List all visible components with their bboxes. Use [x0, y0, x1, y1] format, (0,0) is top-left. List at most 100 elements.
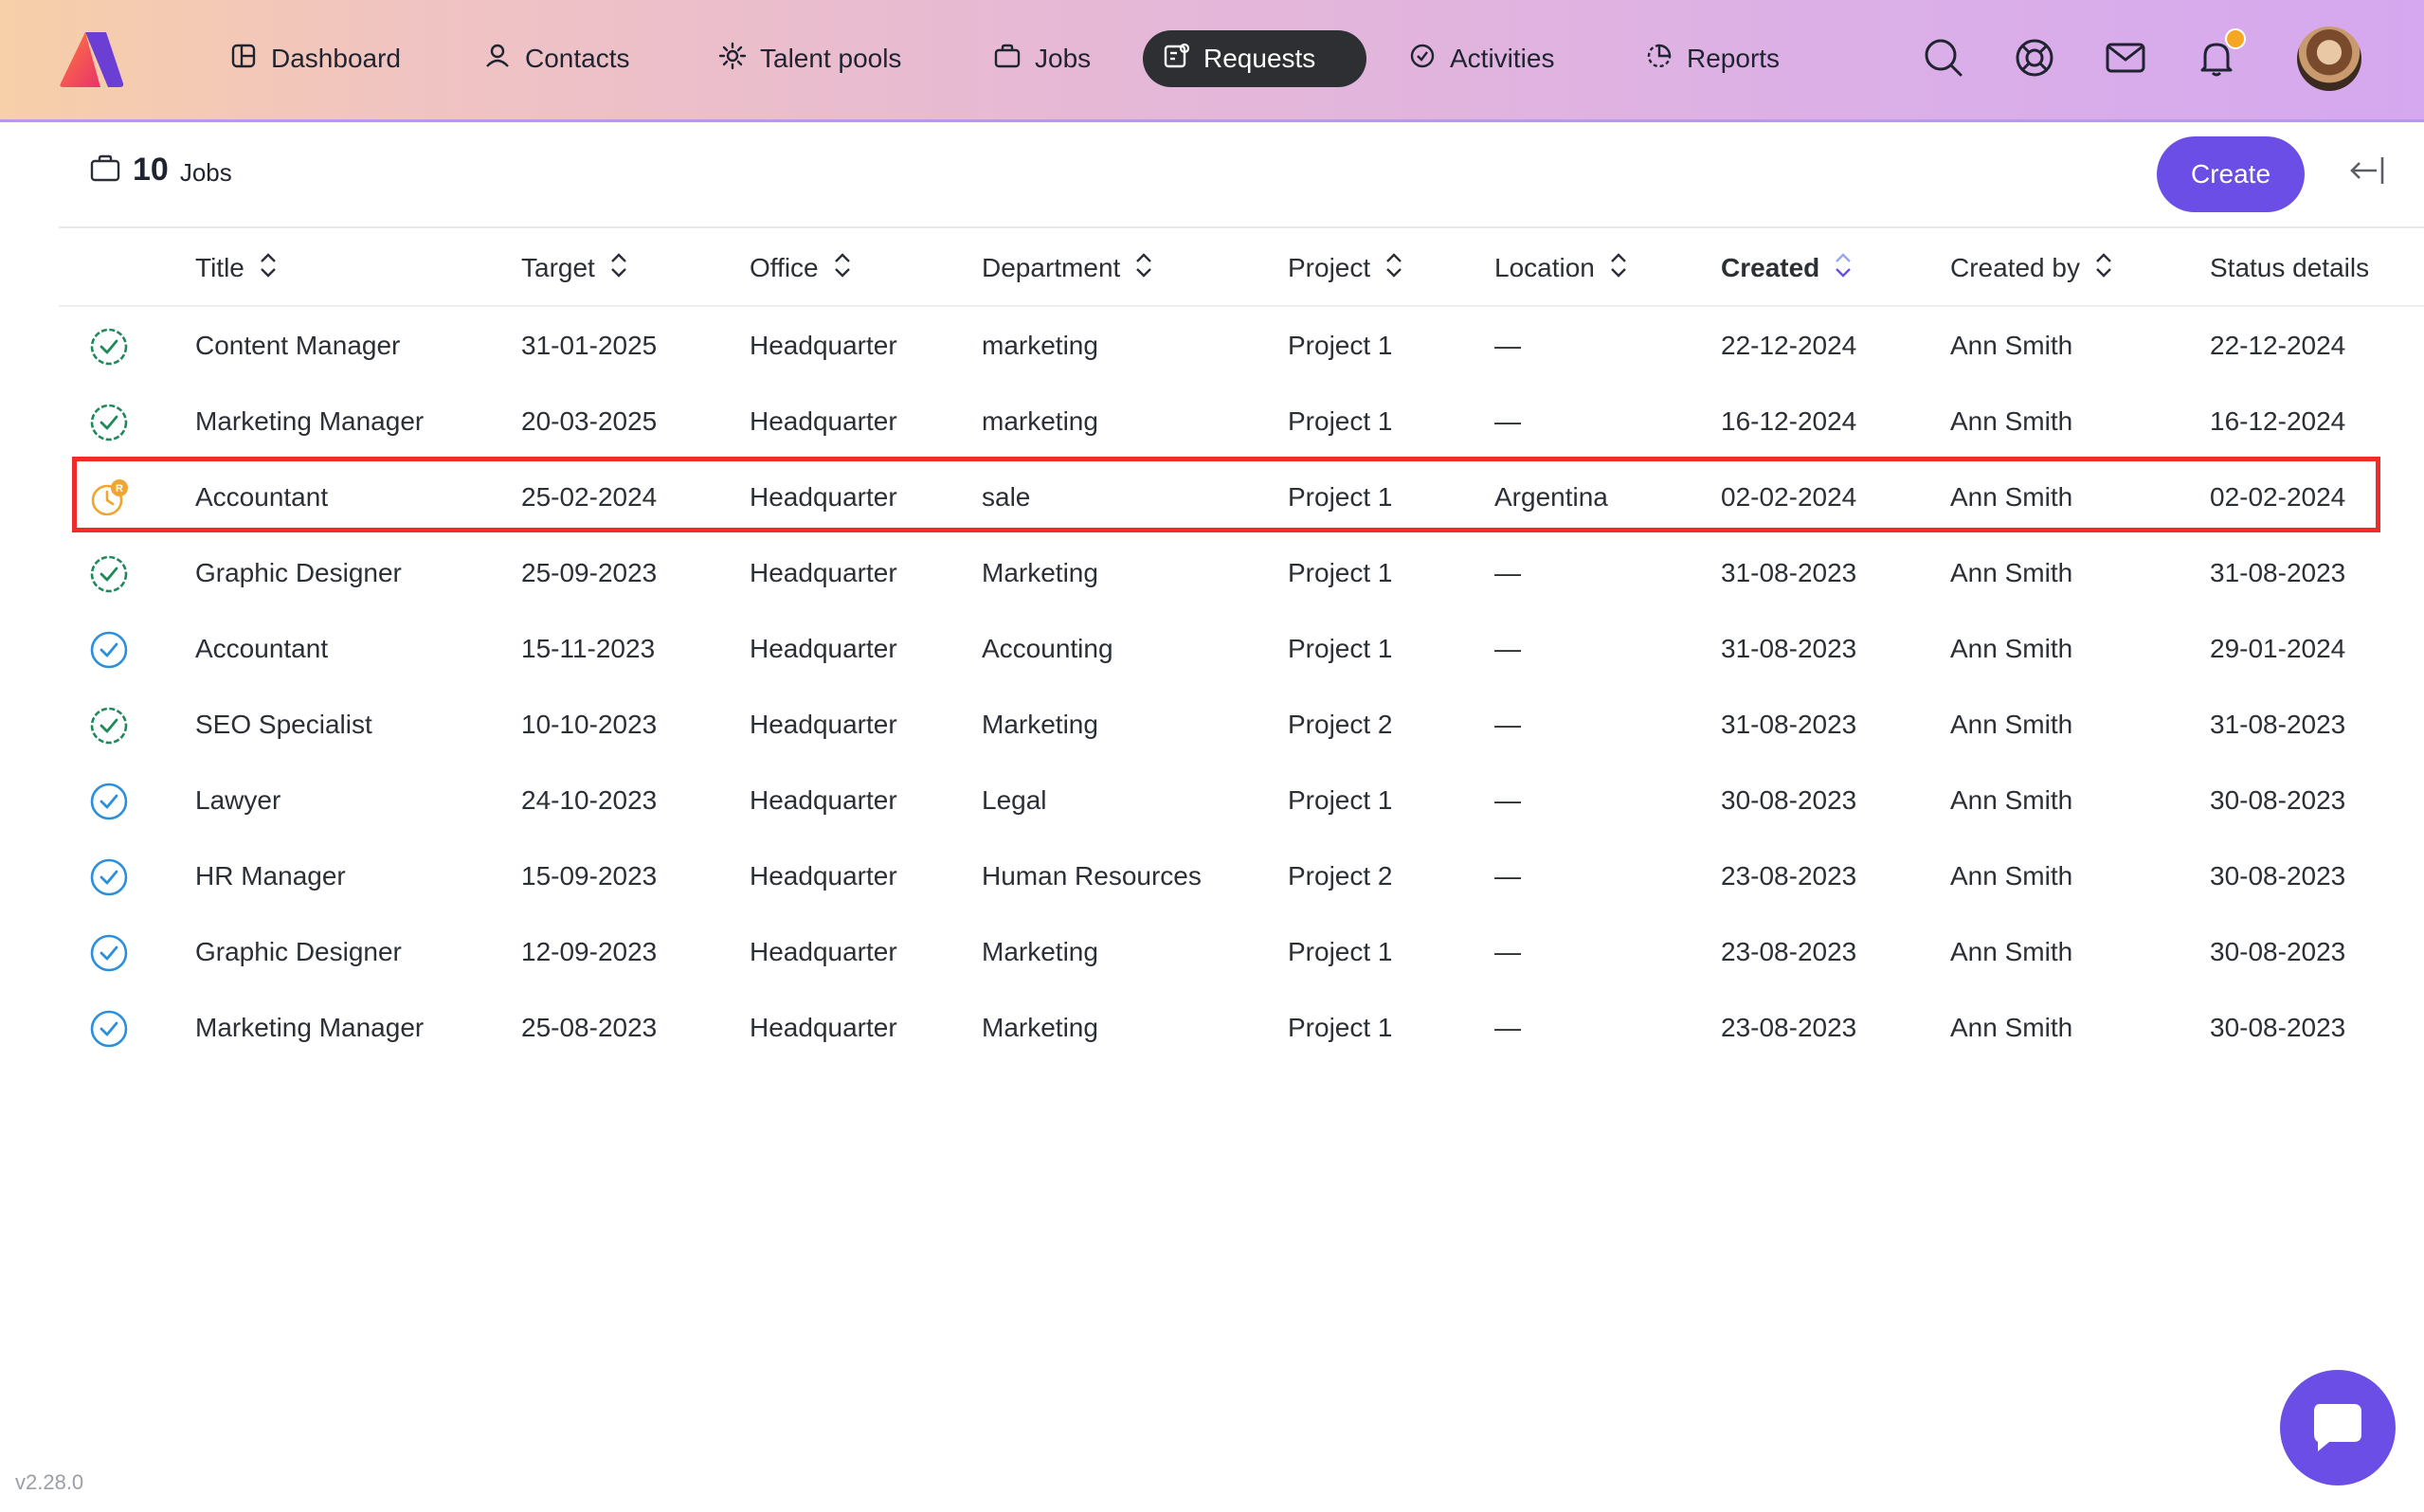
pending-clock-icon: R	[89, 478, 129, 518]
create-button[interactable]: Create	[2157, 136, 2305, 212]
table-row[interactable]: Content Manager 31-01-2025 Headquarter mark…	[0, 308, 2424, 384]
cell-department: Marketing	[982, 558, 1098, 587]
cell-status-details: 22-12-2024	[2210, 331, 2346, 360]
cell-office: Headquarter	[750, 785, 897, 815]
cell-created: 31-08-2023	[1721, 634, 1857, 663]
cell-location: —	[1494, 331, 1521, 360]
nav-talent-pools[interactable]: Talent pools	[699, 30, 924, 87]
table-row[interactable]: Marketing Manager 20-03-2025 Headquarter ma…	[0, 384, 2424, 459]
approved-check-icon	[89, 554, 129, 594]
table-row[interactable]: Graphic Designer 25-09-2023 Headquarter Mar…	[0, 535, 2424, 611]
sort-active-icon[interactable]	[1833, 250, 1854, 287]
sort-icon[interactable]	[1133, 250, 1154, 287]
cell-created-by: Ann Smith	[1950, 634, 2073, 663]
cell-target: 20-03-2025	[521, 406, 658, 436]
cell-title[interactable]: Accountant	[195, 459, 328, 535]
nav-requests-label: Requests	[1203, 44, 1316, 73]
cell-status-details: 30-08-2023	[2210, 937, 2346, 966]
sort-icon[interactable]	[1384, 250, 1404, 287]
cell-created-by: Ann Smith	[1950, 937, 2073, 966]
header-row-divider	[59, 305, 2424, 307]
user-avatar[interactable]	[2297, 27, 2361, 91]
column-header-office[interactable]: Office	[750, 235, 853, 301]
search-icon[interactable]	[1922, 36, 1965, 80]
cell-title[interactable]: SEO Specialist	[195, 687, 372, 763]
nav-requests[interactable]: Requests	[1143, 30, 1366, 87]
cell-department: sale	[982, 482, 1031, 512]
cell-location: —	[1494, 1013, 1521, 1042]
cell-title[interactable]: HR Manager	[195, 838, 346, 914]
column-header-created-label: Created	[1721, 253, 1820, 282]
cell-created-by: Ann Smith	[1950, 482, 2073, 512]
cell-created: 23-08-2023	[1721, 1013, 1857, 1042]
table-row[interactable]: Accountant 15-11-2023 Headquarter Accountin…	[0, 611, 2424, 687]
sort-icon[interactable]	[832, 250, 853, 287]
completed-check-icon	[89, 857, 129, 897]
column-header-location[interactable]: Location	[1494, 235, 1629, 301]
cell-title[interactable]: Graphic Designer	[195, 535, 402, 611]
cell-title[interactable]: Marketing Manager	[195, 384, 424, 459]
cell-location: —	[1494, 558, 1521, 587]
sort-icon[interactable]	[608, 250, 629, 287]
contacts-icon	[483, 42, 512, 77]
cell-office: Headquarter	[750, 1013, 897, 1042]
app-logo[interactable]	[57, 30, 125, 89]
cell-status-details: 29-01-2024	[2210, 634, 2346, 663]
sort-icon[interactable]	[1608, 250, 1629, 287]
cell-created-by: Ann Smith	[1950, 785, 2073, 815]
cell-office: Headquarter	[750, 331, 897, 360]
nav-reports[interactable]: Reports	[1626, 30, 1802, 87]
cell-title[interactable]: Marketing Manager	[195, 990, 424, 1066]
column-header-department[interactable]: Department	[982, 235, 1154, 301]
requests-icon	[1162, 42, 1190, 77]
cell-department: Marketing	[982, 937, 1098, 966]
cell-created: 23-08-2023	[1721, 937, 1857, 966]
top-navigation-bar: Dashboard Contacts Talent pools Jobs Req…	[0, 0, 2424, 122]
cell-department: Legal	[982, 785, 1047, 815]
column-header-target-label: Target	[521, 253, 595, 282]
cell-location: —	[1494, 785, 1521, 815]
cell-status-details: 30-08-2023	[2210, 785, 2346, 815]
cell-created-by: Ann Smith	[1950, 710, 2073, 739]
cell-location: —	[1494, 861, 1521, 891]
mail-icon[interactable]	[2104, 36, 2147, 80]
sort-icon[interactable]	[258, 250, 279, 287]
nav-dashboard[interactable]: Dashboard	[210, 30, 424, 87]
cell-title[interactable]: Graphic Designer	[195, 914, 402, 990]
table-row[interactable]: Graphic Designer 12-09-2023 Headquarter Mar…	[0, 914, 2424, 990]
table-row[interactable]: Lawyer 24-10-2023 Headquarter Legal Project …	[0, 763, 2424, 838]
nav-contacts[interactable]: Contacts	[464, 30, 653, 87]
nav-reports-label: Reports	[1687, 44, 1781, 73]
table-row[interactable]: HR Manager 15-09-2023 Headquarter Human Res…	[0, 838, 2424, 914]
column-header-project-label: Project	[1288, 253, 1371, 282]
cell-title[interactable]: Accountant	[195, 611, 328, 687]
nav-jobs[interactable]: Jobs	[974, 30, 1113, 87]
table-row[interactable]: R Accountant 25-02-2024 Headquarter sale Proj…	[0, 459, 2424, 535]
cell-office: Headquarter	[750, 710, 897, 739]
activities-icon	[1408, 42, 1437, 77]
cell-department: marketing	[982, 331, 1098, 360]
column-header-title[interactable]: Title	[195, 235, 279, 301]
column-header-created-by[interactable]: Created by	[1950, 235, 2114, 301]
column-header-status-details[interactable]: Status details	[2210, 235, 2369, 301]
column-header-created[interactable]: Created	[1721, 235, 1854, 301]
column-header-created-by-label: Created by	[1950, 253, 2080, 282]
table-row[interactable]: SEO Specialist 10-10-2023 Headquarter Marke…	[0, 687, 2424, 763]
column-header-title-label: Title	[195, 253, 244, 282]
chat-support-button[interactable]	[2280, 1370, 2396, 1485]
cell-created: 30-08-2023	[1721, 785, 1857, 815]
sort-icon[interactable]	[2093, 250, 2114, 287]
cell-location: —	[1494, 710, 1521, 739]
column-header-target[interactable]: Target	[521, 235, 629, 301]
nav-activities[interactable]: Activities	[1389, 30, 1577, 87]
table-row[interactable]: Marketing Manager 25-08-2023 Headquarter Ma…	[0, 990, 2424, 1066]
collapse-panel-icon[interactable]	[2344, 148, 2390, 193]
cell-target: 15-11-2023	[521, 634, 656, 663]
cell-title[interactable]: Content Manager	[195, 308, 400, 384]
column-header-project[interactable]: Project	[1288, 235, 1404, 301]
help-lifebuoy-icon[interactable]	[2013, 36, 2056, 80]
reports-icon	[1645, 42, 1673, 77]
cell-status-details: 31-08-2023	[2210, 558, 2346, 587]
cell-title[interactable]: Lawyer	[195, 763, 280, 838]
cell-created: 31-08-2023	[1721, 558, 1857, 587]
